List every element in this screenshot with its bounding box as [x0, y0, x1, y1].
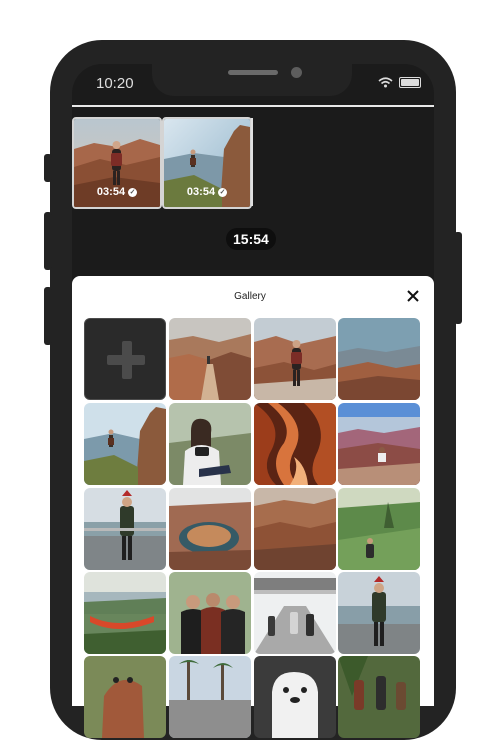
clip-duration: 03:54 ✓: [96, 186, 138, 198]
wifi-icon: [378, 77, 393, 88]
gallery-photo[interactable]: [169, 318, 251, 400]
gallery-photo[interactable]: [169, 488, 251, 570]
notch: [152, 64, 352, 96]
check-circle-icon: ✓: [128, 187, 138, 197]
gallery-photo[interactable]: [84, 403, 166, 485]
clip-duration: 03:54 ✓: [186, 186, 228, 198]
power-button: [454, 232, 462, 324]
gallery-photo[interactable]: [254, 572, 336, 654]
gallery-photo[interactable]: [169, 572, 251, 654]
total-duration: 15:54: [226, 228, 276, 250]
add-media-button[interactable]: [84, 318, 166, 400]
gallery-title: Gallery: [234, 291, 266, 302]
gallery-photo[interactable]: [84, 572, 166, 654]
gallery-photo[interactable]: [84, 656, 166, 738]
gallery-photo[interactable]: [169, 403, 251, 485]
status-time: 10:20: [96, 75, 134, 92]
gallery-photo[interactable]: [254, 318, 336, 400]
gallery-photo[interactable]: [338, 572, 420, 654]
timeline-clip[interactable]: 03:54 ✓: [162, 117, 252, 209]
check-circle-icon: ✓: [218, 187, 228, 197]
status-divider: [72, 105, 434, 107]
gallery-photo[interactable]: [254, 488, 336, 570]
gallery-photo[interactable]: [338, 318, 420, 400]
gallery-photo[interactable]: [338, 403, 420, 485]
timeline-clip[interactable]: 03:54 ✓: [72, 117, 162, 209]
gallery-photo[interactable]: [338, 656, 420, 738]
gallery-photo[interactable]: [84, 488, 166, 570]
speaker-grille: [228, 70, 278, 75]
close-icon[interactable]: [406, 289, 420, 303]
status-icons: [378, 77, 421, 88]
gallery-photo[interactable]: [254, 403, 336, 485]
gallery-photo[interactable]: [338, 488, 420, 570]
mute-switch: [44, 154, 52, 182]
front-camera: [291, 67, 302, 78]
battery-icon: [399, 77, 421, 88]
gallery-photo[interactable]: [254, 656, 336, 738]
volume-up-button: [44, 212, 52, 270]
timeline-playhead[interactable]: [251, 118, 253, 206]
gallery-photo[interactable]: [169, 656, 251, 738]
